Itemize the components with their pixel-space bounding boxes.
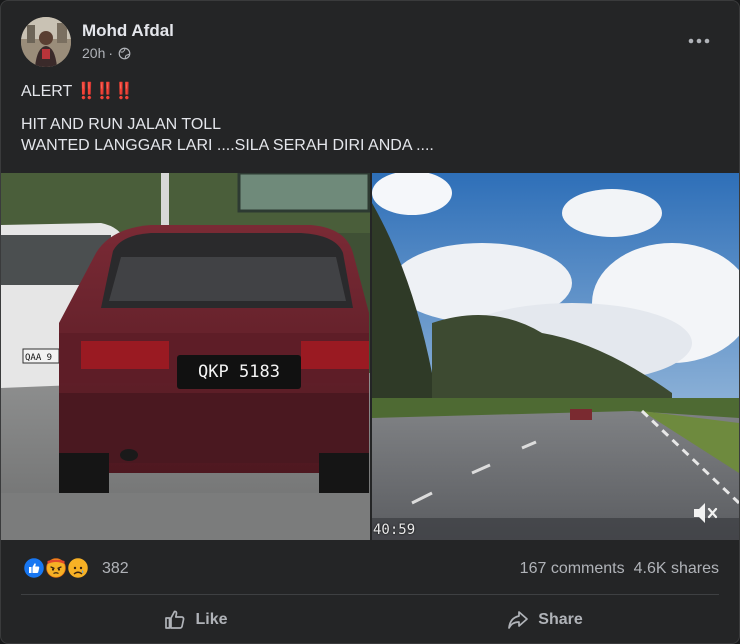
post-actions: Like Share (21, 599, 719, 641)
globe-icon (118, 47, 131, 59)
car-photo[interactable]: QAA 9 QKP 5183 (1, 173, 370, 540)
more-dots-icon (688, 38, 710, 44)
volume-muted-icon[interactable] (691, 500, 721, 526)
post-media[interactable]: QAA 9 QKP 5183 40:59 (1, 173, 739, 540)
share-button[interactable]: Share (370, 599, 719, 641)
post-headline: ALERT (21, 83, 72, 100)
share-arrow-icon (508, 611, 529, 629)
meta-separator: · (108, 45, 114, 61)
post-header: Mohd Afdal 20h · (21, 15, 723, 71)
divider (21, 594, 719, 595)
double-exclamation-emoji: ‼️‼️‼️ (76, 83, 134, 100)
shares-count[interactable]: 4.6K shares (634, 560, 719, 578)
post-text-line-3: WANTED LANGGAR LARI ....SILA SERAH DIRI … (21, 137, 434, 154)
reactions-bar: 382 167 comments 4.6K shares (21, 554, 719, 584)
video-timestamp: 40:59 (373, 522, 416, 538)
reaction-count[interactable]: 382 (102, 560, 129, 578)
reaction-icons[interactable] (23, 557, 89, 579)
more-options-button[interactable] (683, 25, 715, 57)
license-plate-text: QKP 5183 (198, 362, 280, 382)
thumbs-up-icon (165, 610, 185, 629)
author-name[interactable]: Mohd Afdal (82, 21, 174, 41)
dashcam-video[interactable] (372, 173, 739, 540)
like-button[interactable]: Like (21, 599, 370, 641)
post-card: Mohd Afdal 20h · ALERT ‼️‼️‼️ HIT AND RU… (0, 0, 740, 644)
angry-icon (44, 557, 68, 579)
avatar[interactable] (21, 17, 71, 67)
partial-plate-text: QAA 9 (25, 353, 52, 363)
engagement-counts: 167 comments 4.6K shares (520, 560, 719, 578)
like-label: Like (195, 611, 228, 628)
post-text-line-1: ALERT ‼️‼️‼️ (21, 81, 719, 102)
post-text: ALERT ‼️‼️‼️ HIT AND RUN JALAN TOLL WANT… (21, 81, 719, 156)
like-icon (23, 557, 46, 579)
sad-icon (66, 557, 89, 579)
post-time[interactable]: 20h (82, 45, 105, 61)
post-text-line-2: HIT AND RUN JALAN TOLL (21, 116, 222, 133)
comments-count[interactable]: 167 comments (520, 560, 625, 578)
post-meta: 20h · (82, 45, 131, 61)
share-label: Share (538, 611, 583, 628)
